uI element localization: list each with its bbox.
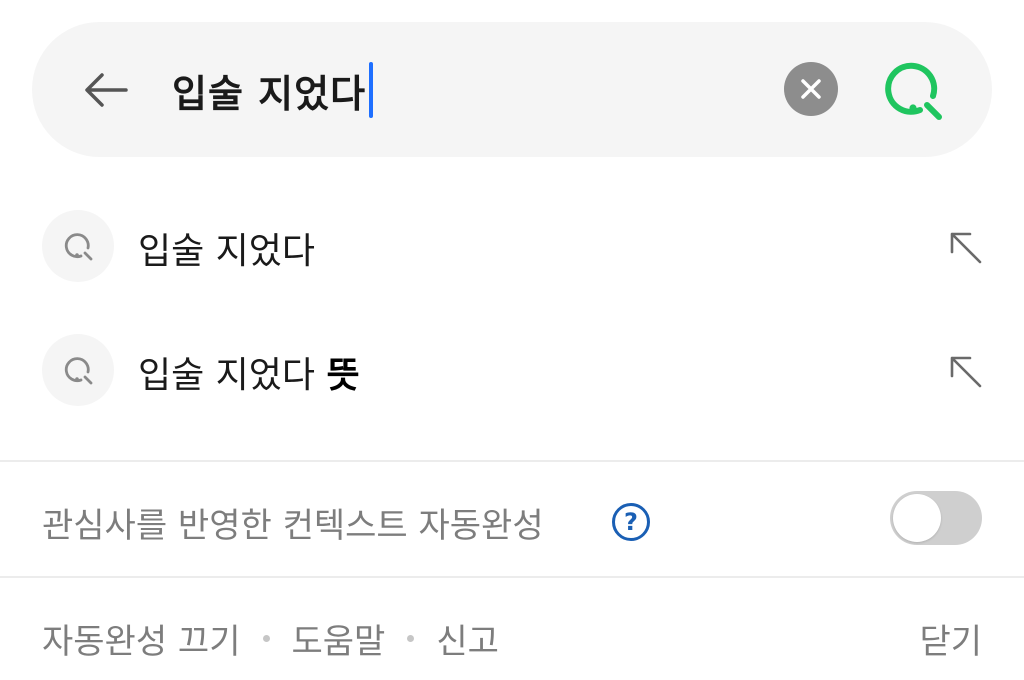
suggestion-text: 입술 지었다: [138, 222, 315, 274]
search-icon: [64, 357, 93, 385]
report-link[interactable]: 신고: [436, 614, 499, 663]
search-input[interactable]: 입술 지었다: [172, 58, 374, 122]
suggestion-search-icon-bg: [42, 334, 114, 406]
help-icon[interactable]: ?: [612, 503, 650, 541]
fill-query-button[interactable]: [944, 350, 986, 392]
separator-dot: [407, 635, 415, 642]
clear-button[interactable]: [784, 62, 838, 116]
suggestion-text-main: 입술 지었다: [138, 355, 327, 396]
arrow-up-left-icon: [950, 232, 982, 264]
back-arrow-icon: [85, 73, 128, 107]
suggestion-text-bold: 뜻: [326, 355, 360, 396]
suggestion-text-main: 입술 지었다: [138, 231, 316, 272]
search-bar: 입술 지었다: [32, 22, 992, 157]
clear-x-icon: [801, 79, 821, 99]
close-button[interactable]: 닫기: [919, 614, 982, 663]
back-button[interactable]: [80, 64, 132, 116]
text-caret: [369, 62, 374, 118]
turn-off-autocomplete-link[interactable]: 자동완성 끄기: [42, 614, 241, 663]
search-icon: [64, 233, 93, 261]
suggestion-text: 입술 지었다 뜻: [138, 346, 360, 398]
separator-dot: [262, 635, 270, 642]
footer: 자동완성 끄기 도움말 신고 닫기: [0, 578, 1024, 680]
fill-query-button[interactable]: [944, 226, 986, 268]
context-autocomplete-toggle[interactable]: [890, 491, 982, 545]
search-magnifier-icon: [885, 62, 942, 120]
arrow-up-left-icon: [950, 356, 982, 388]
help-link[interactable]: 도움말: [292, 614, 386, 663]
footer-links: 자동완성 끄기 도움말 신고: [42, 614, 499, 663]
context-autocomplete-row: 관심사를 반영한 컨텍스트 자동완성: [0, 462, 1024, 576]
suggestion-item[interactable]: 입술 지었다: [0, 196, 1024, 296]
search-query-text: 입술 지었다: [172, 71, 367, 116]
context-autocomplete-label: 관심사를 반영한 컨텍스트 자동완성: [42, 506, 544, 546]
toggle-knob: [893, 494, 941, 542]
search-button[interactable]: [880, 58, 946, 124]
suggestion-item[interactable]: 입술 지었다 뜻: [0, 320, 1024, 420]
suggestion-search-icon-bg: [42, 210, 114, 282]
